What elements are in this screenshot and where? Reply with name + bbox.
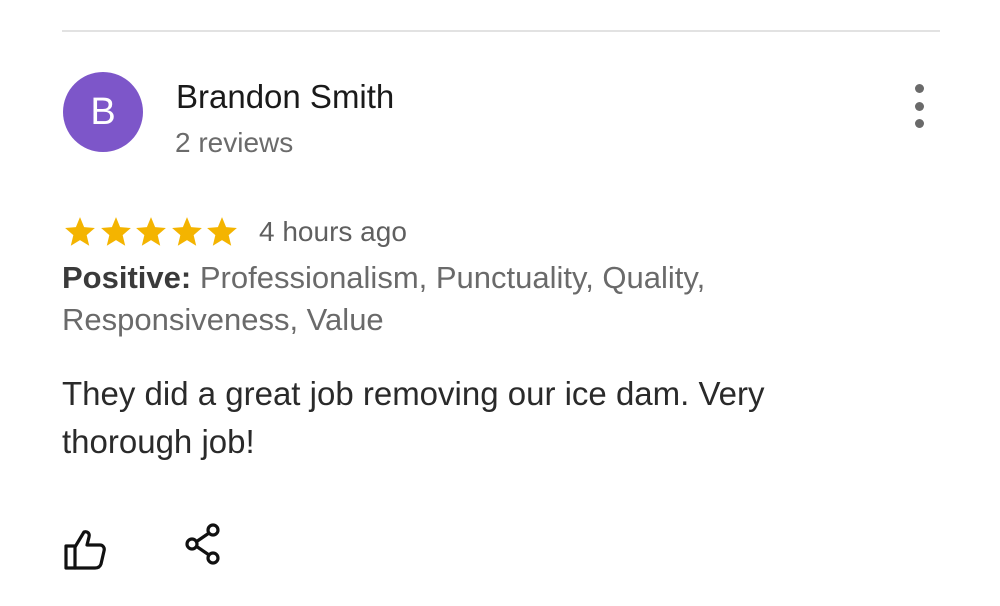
avatar[interactable]: B (63, 72, 143, 152)
like-button[interactable] (62, 526, 108, 572)
thumbs-up-icon (64, 530, 106, 570)
attributes-label: Positive: (62, 260, 192, 295)
more-vertical-icon (914, 84, 924, 93)
review-text: They did a great job removing our ice da… (62, 375, 765, 460)
divider (62, 30, 940, 32)
star-icon (136, 217, 166, 246)
star-icon (207, 217, 237, 246)
review-card: B Brandon Smith 2 reviews 4 hours ago Po… (0, 0, 1000, 606)
star-icon (171, 217, 202, 246)
avatar-initial: B (90, 91, 116, 133)
star-rating (63, 215, 239, 249)
rating-row: 4 hours ago (63, 212, 407, 252)
more-options-button[interactable] (902, 84, 936, 128)
author-name[interactable]: Brandon Smith (176, 78, 394, 116)
star-icon (65, 217, 95, 246)
share-button[interactable] (182, 522, 226, 566)
review-attributes: Positive: Professionalism, Punctuality, … (62, 257, 882, 341)
review-time: 4 hours ago (259, 216, 407, 247)
star-icon (100, 217, 131, 246)
share-icon (185, 523, 220, 565)
review-count[interactable]: 2 reviews (175, 127, 293, 159)
